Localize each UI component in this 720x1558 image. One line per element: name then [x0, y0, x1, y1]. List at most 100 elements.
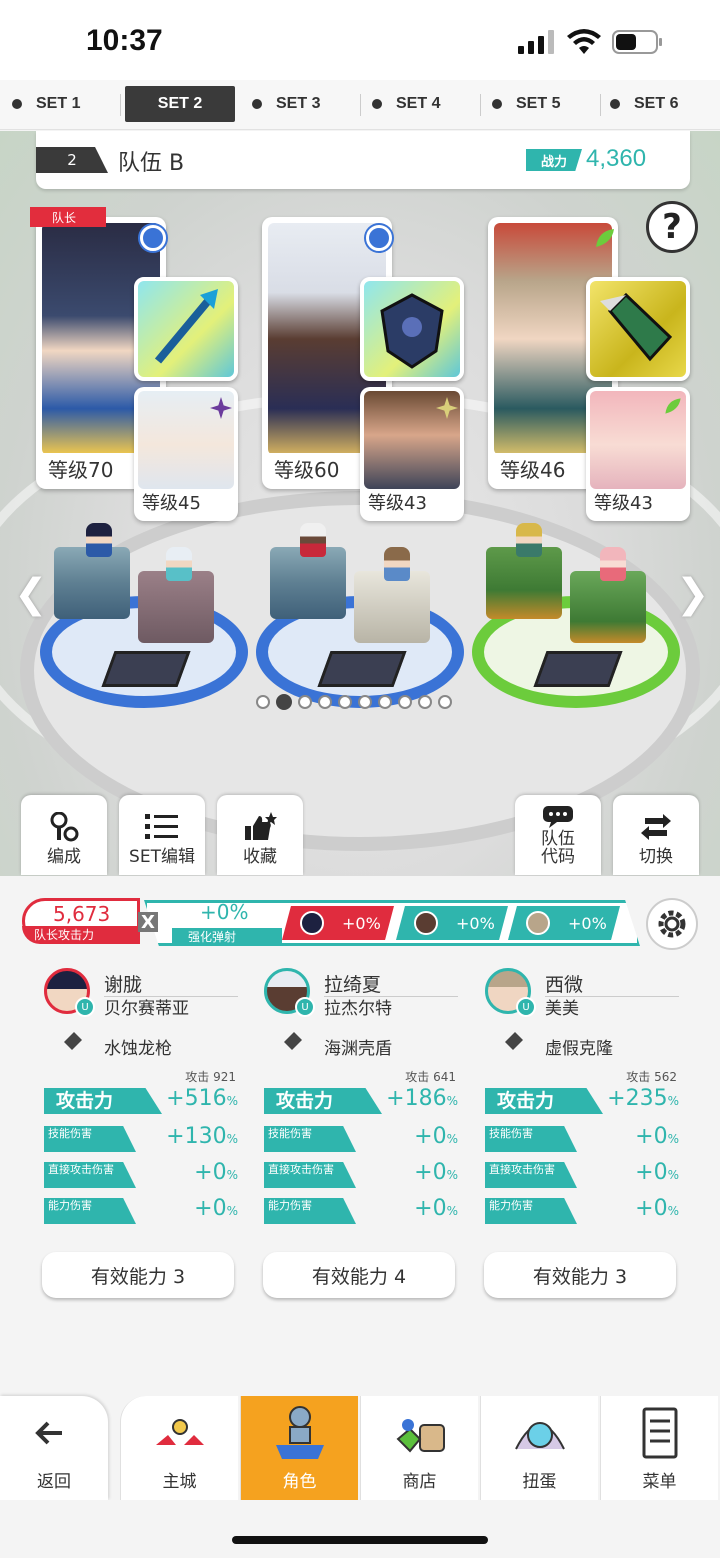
tab-set-6[interactable]: SET 6: [598, 86, 708, 122]
tab-dot: [12, 99, 22, 109]
nav-town[interactable]: 主城: [120, 1396, 238, 1500]
pager-dot[interactable]: [318, 695, 332, 709]
menu-list-icon: [642, 1407, 677, 1459]
member-mini-avatar: [300, 911, 324, 935]
tab-set-4[interactable]: SET 4: [360, 86, 470, 122]
skill-damage-stat: 技能伤害 +0%: [264, 1124, 460, 1156]
switch-label: 切换: [639, 847, 673, 868]
pager-dot[interactable]: [378, 695, 392, 709]
formation-label: 编成: [47, 847, 81, 868]
menu-label: 菜单: [642, 1472, 677, 1492]
ability-damage-label: 能力伤害: [44, 1198, 136, 1224]
leader-tag: 队长: [30, 207, 106, 227]
water-element-icon: [366, 225, 392, 251]
member-boost-chip-3: +0%: [508, 906, 620, 940]
tab-label: SET 2: [157, 95, 203, 112]
member-name: 西微: [545, 974, 584, 996]
nav-character[interactable]: 角色: [240, 1396, 358, 1500]
attack-label: 攻击力: [264, 1088, 382, 1114]
team-code-label-2: 代码: [541, 847, 575, 868]
member-mini-avatar: [414, 911, 438, 935]
equipment-tile[interactable]: [533, 651, 623, 687]
member-avatar[interactable]: U: [264, 968, 315, 1017]
ability-count-button-3[interactable]: 有效能力 3: [484, 1252, 676, 1298]
back-arrow-icon: [35, 1421, 62, 1445]
member-boost-chip-1: +0%: [282, 906, 394, 940]
settings-button[interactable]: [646, 898, 698, 950]
direct-damage-percent: +0%: [194, 1160, 238, 1185]
pager-dot[interactable]: [298, 695, 312, 709]
previous-team-arrow[interactable]: ❮: [14, 571, 48, 617]
ability-count-button-2[interactable]: 有效能力 4: [263, 1252, 455, 1298]
weapon-icon: [499, 1032, 523, 1056]
pager-dot[interactable]: [418, 695, 432, 709]
chibi-sprite: [300, 523, 326, 557]
chibi-sprite: [86, 523, 112, 557]
tab-set-3[interactable]: SET 3: [240, 86, 350, 122]
weapon-slot-2[interactable]: [360, 277, 464, 381]
member-sub-name: 美美: [545, 999, 579, 1019]
switch-button[interactable]: 切换: [613, 795, 699, 875]
ability-damage-label: 能力伤害: [264, 1198, 356, 1224]
team-header: 2 队伍 B 战力 4,360: [36, 131, 690, 189]
favorite-button[interactable]: 收藏: [217, 795, 303, 875]
nav-gacha[interactable]: 扭蛋: [480, 1396, 598, 1500]
cellular-signal-icon: [518, 30, 554, 54]
list-icon: [145, 814, 178, 840]
member-avatar[interactable]: U: [485, 968, 536, 1017]
ability-damage-stat: 能力伤害 +0%: [264, 1196, 460, 1228]
pager-dot[interactable]: [358, 695, 372, 709]
member-boost-chip-2: +0%: [396, 906, 508, 940]
multiply-sign: X: [138, 912, 158, 933]
ability-count-button-1[interactable]: 有效能力 3: [42, 1252, 234, 1298]
pager-dot[interactable]: [398, 695, 412, 709]
weapon-name: 海渊壳盾: [324, 1039, 392, 1059]
home-indicator[interactable]: [232, 1536, 488, 1544]
pager-dot[interactable]: [438, 695, 452, 709]
pager-dot[interactable]: [256, 695, 270, 709]
town-label: 主城: [162, 1472, 197, 1492]
member-avatar[interactable]: U: [44, 968, 95, 1017]
weapon-icon: [58, 1032, 82, 1056]
weapon-name: 虚假克隆: [545, 1039, 613, 1059]
leader-attack-value: 5,673: [53, 902, 111, 926]
team-name[interactable]: 队伍 B: [118, 145, 184, 177]
weapon-name: 水蚀龙枪: [104, 1039, 172, 1059]
spear-icon: [154, 289, 218, 364]
nav-menu[interactable]: 菜单: [600, 1396, 718, 1500]
back-button[interactable]: 返回: [0, 1396, 108, 1500]
tab-set-1[interactable]: SET 1: [0, 86, 110, 122]
weapon-slot-3[interactable]: [586, 277, 690, 381]
nav-shop[interactable]: 商店: [360, 1396, 478, 1500]
equipment-tile[interactable]: [317, 651, 407, 687]
pager-dot-active[interactable]: [276, 694, 292, 710]
status-bar: 10:37: [0, 0, 720, 80]
next-team-arrow[interactable]: ❯: [676, 571, 710, 617]
team-code-button[interactable]: 队伍 代码: [515, 795, 601, 875]
leader-attack-label: 队长攻击力: [22, 926, 140, 944]
tab-set-2[interactable]: SET 2: [125, 86, 235, 122]
set-edit-button[interactable]: SET编辑: [119, 795, 205, 875]
attack-base: 攻击 562: [626, 1070, 677, 1084]
member-sub-name: 拉杰尔特: [324, 999, 392, 1019]
unit-badge: U: [295, 997, 315, 1017]
formation-button[interactable]: 编成: [21, 795, 107, 875]
drill-icon: [600, 292, 673, 362]
help-button[interactable]: ?: [646, 201, 698, 253]
member-sub-name: 贝尔赛蒂亚: [104, 999, 189, 1019]
direct-damage-label: 直接攻击伤害: [485, 1162, 577, 1188]
weapon-slot-1[interactable]: [134, 277, 238, 381]
tab-set-5[interactable]: SET 5: [480, 86, 590, 122]
chibi-sprite: [516, 523, 542, 557]
set-tabs: SET 1 SET 2 SET 3 SET 4 SET 5 SET 6: [0, 80, 720, 130]
attack-percent: +186%: [386, 1086, 458, 1111]
pedestal: [270, 547, 346, 619]
sub-character-level: 等级43: [594, 493, 653, 514]
back-label: 返回: [37, 1472, 71, 1492]
person-gear-icon: [50, 812, 79, 842]
pager-dot[interactable]: [338, 695, 352, 709]
attack-percent: +235%: [607, 1086, 679, 1111]
tab-label: SET 5: [516, 95, 561, 112]
town-icon: [155, 1419, 204, 1445]
equipment-tile[interactable]: [101, 651, 191, 687]
